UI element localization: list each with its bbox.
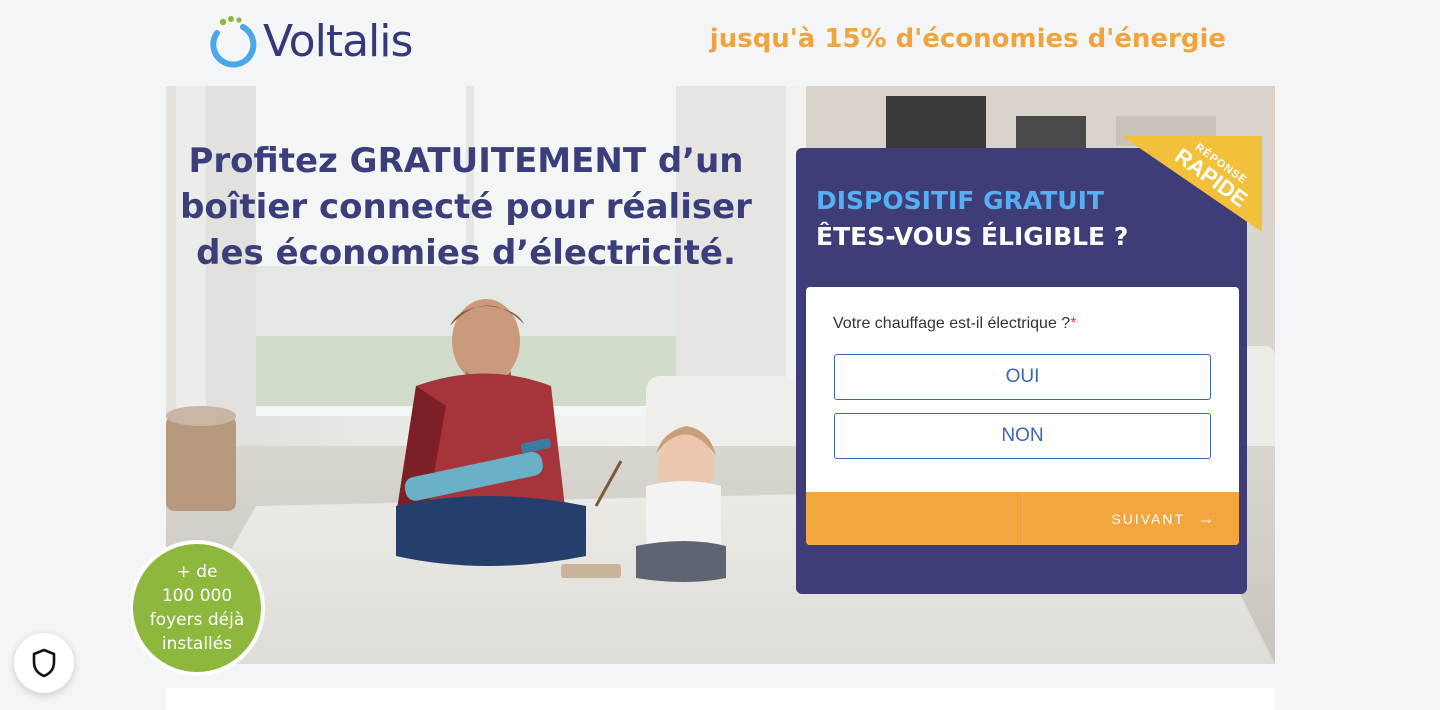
badge-line: foyers déjà <box>149 610 245 630</box>
headline-line: Profitez GRATUITEMENT d’un <box>188 141 744 181</box>
shield-icon <box>32 648 56 678</box>
voltalis-logo[interactable]: Voltalis <box>203 12 413 70</box>
eligibility-form-panel: RÉPONSE RAPIDE DISPOSITIF GRATUIT ÊTES-V… <box>796 136 1262 594</box>
badge-line: installés <box>161 634 233 654</box>
tagline: jusqu'à 15% d'économies d'énergie <box>709 24 1226 54</box>
required-mark: * <box>1070 315 1077 332</box>
arrow-right-icon: → <box>1197 508 1215 528</box>
form-title-eligibility: ÊTES-VOUS ÉLIGIBLE ? <box>816 222 1129 251</box>
answer-oui-button[interactable]: OUI <box>834 354 1211 400</box>
question-card: Votre chauffage est-il électrique ?* OUI… <box>806 287 1239 545</box>
badge-line: + de <box>176 562 218 582</box>
question-text: Votre chauffage est-il électrique ? <box>833 315 1071 332</box>
voltalis-ring-icon <box>210 16 257 68</box>
hero-section: Profitez GRATUITEMENT d’un boîtier conne… <box>166 86 1275 664</box>
next-button[interactable]: SUIVANT → <box>1023 492 1239 545</box>
installed-homes-badge: + de 100 000 foyers déjà installés <box>129 540 265 676</box>
headline-line: des économies d’électricité. <box>196 233 736 273</box>
privacy-settings-button[interactable] <box>14 633 74 693</box>
quick-response-ribbon: RÉPONSE RAPIDE <box>1122 136 1262 232</box>
badge-line: 100 000 <box>161 586 233 606</box>
heating-question: Votre chauffage est-il électrique ?* <box>833 315 1076 333</box>
answer-non-button[interactable]: NON <box>834 413 1211 459</box>
next-label: SUIVANT <box>1111 510 1185 527</box>
headline-line: boîtier connecté pour réaliser <box>180 187 752 227</box>
hero-headline: Profitez GRATUITEMENT d’un boîtier conne… <box>166 138 766 276</box>
form-footer-bar: SUIVANT → <box>806 492 1239 545</box>
brand-name: Voltalis <box>263 15 413 67</box>
form-title-free-device: DISPOSITIF GRATUIT <box>816 186 1104 215</box>
content-strip <box>166 688 1275 710</box>
site-header: Voltalis jusqu'à 15% d'économies d'énerg… <box>0 0 1440 86</box>
